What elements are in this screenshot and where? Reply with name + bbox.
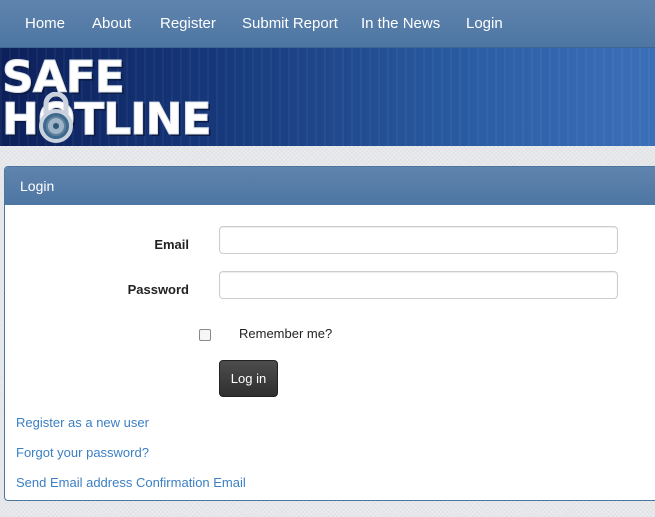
nav-submit-report[interactable]: Submit Report xyxy=(242,0,338,47)
padlock-icon xyxy=(39,92,73,143)
panel-heading: Login xyxy=(5,167,655,205)
login-panel: Login Email Password Remember me? Log in… xyxy=(4,166,655,501)
nav-register[interactable]: Register xyxy=(160,0,216,47)
forgot-password-link[interactable]: Forgot your password? xyxy=(16,445,149,460)
password-label: Password xyxy=(127,282,189,297)
register-link[interactable]: Register as a new user xyxy=(16,415,149,430)
remember-me-checkbox[interactable] xyxy=(199,329,211,341)
resend-confirmation-link[interactable]: Send Email address Confirmation Email xyxy=(16,475,246,490)
site-banner: SAFE HOTLINE xyxy=(0,48,655,146)
panel-title: Login xyxy=(20,178,55,194)
nav-in-the-news[interactable]: In the News xyxy=(361,0,440,47)
nav-login[interactable]: Login xyxy=(466,0,503,47)
nav-home[interactable]: Home xyxy=(25,0,65,47)
email-label: Email xyxy=(154,237,189,252)
top-navbar: Home About Register Submit Report In the… xyxy=(0,0,655,48)
login-button[interactable]: Log in xyxy=(219,360,278,397)
nav-about[interactable]: About xyxy=(92,0,131,47)
password-field[interactable] xyxy=(219,271,618,299)
remember-me-label[interactable]: Remember me? xyxy=(239,326,332,341)
email-field[interactable] xyxy=(219,226,618,254)
